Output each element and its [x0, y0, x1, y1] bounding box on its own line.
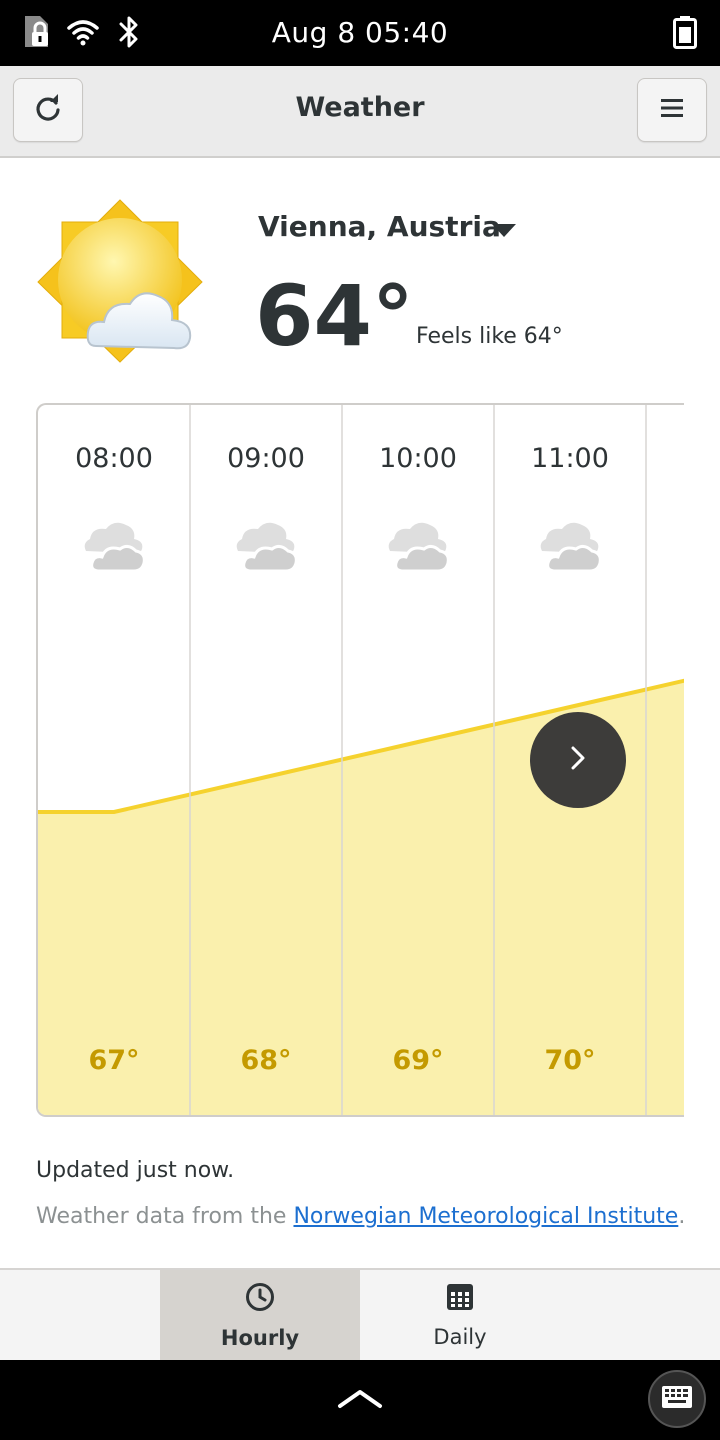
tab-daily[interactable]: Daily: [360, 1270, 560, 1362]
sun-behind-cloud-icon: [36, 198, 206, 370]
chevron-up-icon[interactable]: [336, 1386, 384, 1416]
source-link[interactable]: Norwegian Meteorological Institute: [293, 1204, 678, 1229]
hamburger-menu-icon: [660, 97, 684, 123]
hour-temperature: 70°: [544, 1045, 596, 1076]
cloudy-icon: [384, 517, 452, 579]
data-source-text: Weather data from the Norwegian Meteorol…: [36, 1204, 685, 1229]
next-hours-button[interactable]: [530, 712, 626, 808]
cloudy-icon: [232, 517, 300, 579]
location-dropdown-icon[interactable]: [492, 224, 516, 237]
current-temperature: 64°: [255, 267, 414, 365]
battery-icon: [670, 14, 700, 50]
hour-time: 11:00: [531, 443, 609, 474]
hourly-forecast-panel[interactable]: 08:00 09:00 10:00 11:00 67° 68° 69° 70°: [36, 403, 684, 1117]
source-prefix: Weather data from the: [36, 1204, 294, 1229]
hour-temperature: 68°: [240, 1045, 292, 1076]
cloudy-icon: [536, 517, 604, 579]
hour-time: 10:00: [379, 443, 457, 474]
cloudy-icon: [80, 517, 148, 579]
view-switcher: Hourly Daily: [0, 1268, 720, 1362]
clock-icon: [245, 1282, 275, 1316]
page-title: Weather: [295, 92, 425, 123]
tab-hourly-label: Hourly: [220, 1326, 300, 1350]
header-bar: Weather: [0, 66, 720, 158]
keyboard-icon: [662, 1386, 692, 1412]
calendar-icon: [446, 1283, 474, 1315]
weather-app: Weather Vienna, Austria 64° Feels like 6…: [0, 66, 720, 1362]
tab-daily-label: Daily: [433, 1325, 487, 1349]
status-time: Aug 8 05:40: [271, 16, 449, 49]
keyboard-toggle-button[interactable]: [648, 1370, 706, 1428]
content-area: Vienna, Austria 64° Feels like 64° 08:00…: [0, 158, 720, 1268]
hour-temperature: 67°: [88, 1045, 140, 1076]
hour-temperature: 69°: [392, 1045, 444, 1076]
hour-time: 09:00: [227, 443, 305, 474]
feels-like-label: Feels like 64°: [416, 324, 563, 349]
updated-label: Updated just now.: [36, 1158, 235, 1183]
navigation-bar: [0, 1360, 720, 1440]
menu-button[interactable]: [637, 78, 707, 142]
location-label[interactable]: Vienna, Austria: [258, 210, 501, 243]
status-bar: Aug 8 05:40: [0, 0, 720, 66]
tab-hourly[interactable]: Hourly: [160, 1270, 360, 1362]
chevron-right-icon: [568, 743, 588, 777]
hour-time: 08:00: [75, 443, 153, 474]
source-suffix: .: [678, 1204, 686, 1229]
